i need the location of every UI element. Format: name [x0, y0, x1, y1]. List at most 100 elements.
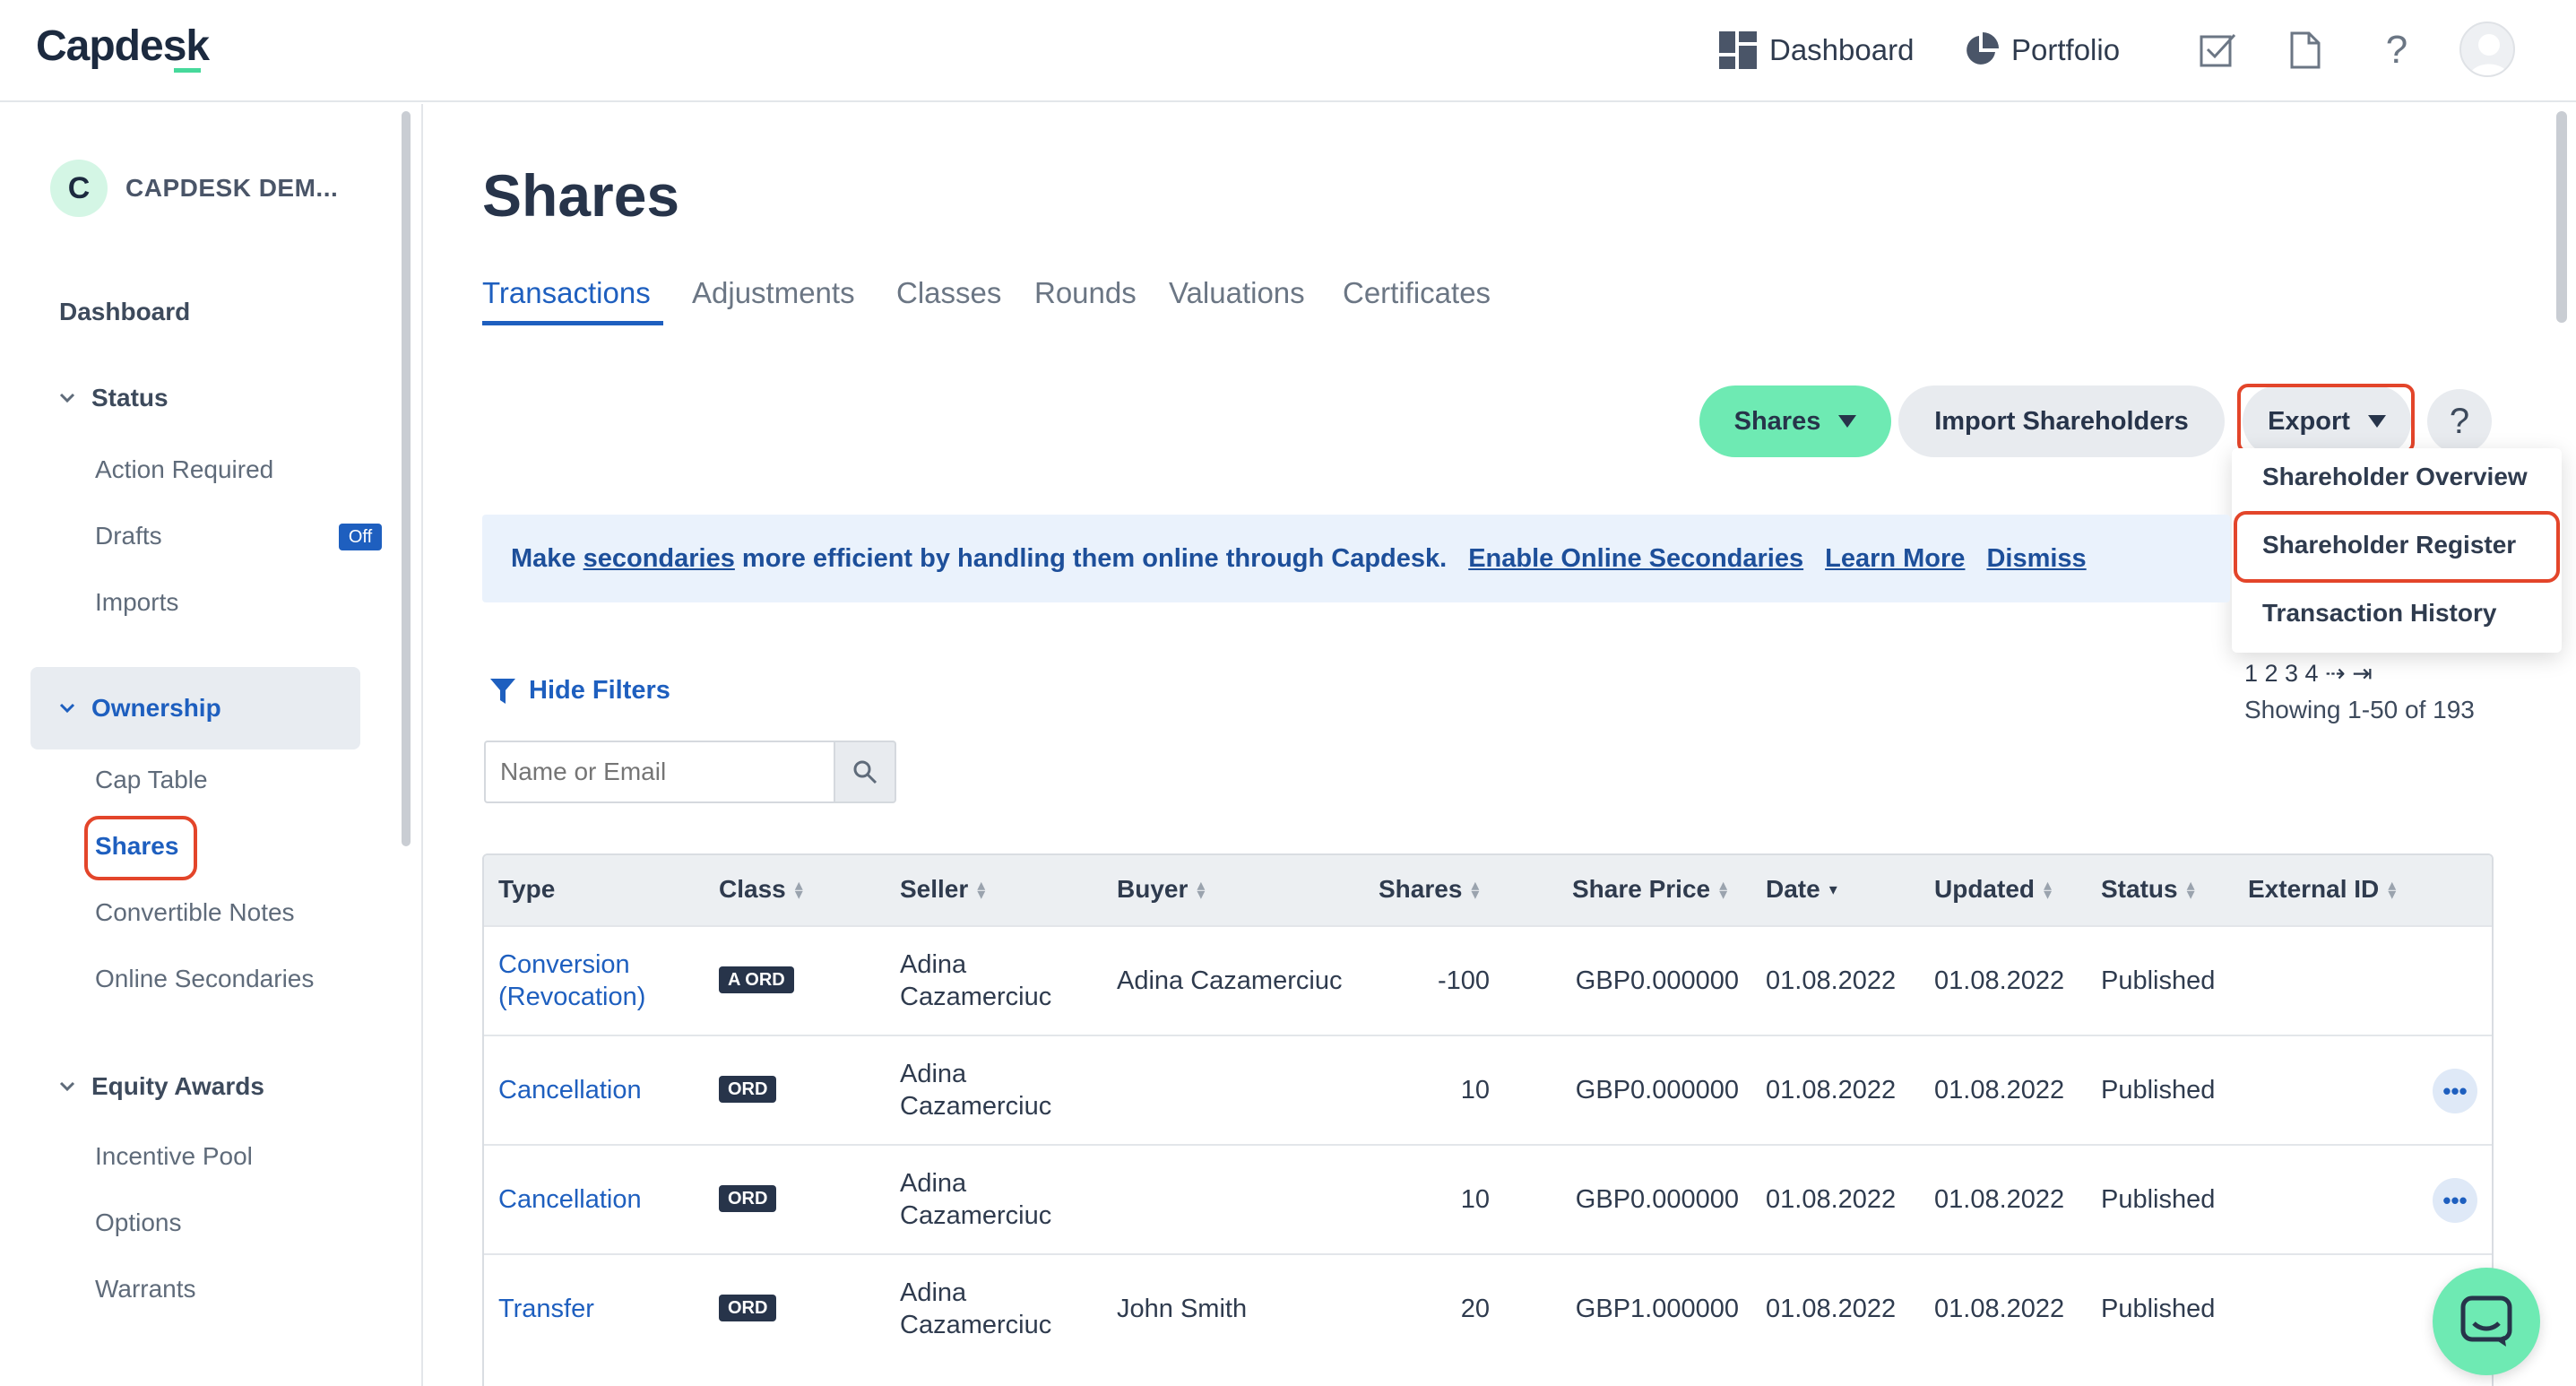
tab-adjustments[interactable]: Adjustments: [692, 276, 855, 310]
column-header-label: External ID: [2248, 875, 2380, 903]
import-shareholders-button[interactable]: Import Shareholders: [1898, 385, 2225, 457]
column-header-status[interactable]: Status ▴ ▾: [2101, 875, 2195, 904]
type-link[interactable]: Transfer: [498, 1293, 594, 1325]
class-badge: A ORD: [719, 966, 794, 993]
column-header-seller[interactable]: Seller ▴ ▾: [900, 875, 985, 904]
export-menu-transaction-history[interactable]: Transaction History: [2262, 599, 2496, 628]
sidebar-item-dashboard[interactable]: Dashboard: [59, 298, 190, 326]
table-row[interactable]: Conversion (Revocation) A ORD Adina Caza…: [484, 925, 2492, 1035]
export-menu-shareholder-overview[interactable]: Shareholder Overview: [2262, 463, 2528, 491]
column-header-external-id[interactable]: External ID ▴ ▾: [2248, 875, 2396, 904]
search-icon: [853, 760, 877, 784]
tab-valuations[interactable]: Valuations: [1169, 276, 1305, 310]
pagination-summary: Showing 1-50 of 193: [2244, 696, 2475, 723]
column-header-label: Date: [1766, 875, 1820, 903]
type-link[interactable]: Conversion (Revocation): [498, 949, 645, 1013]
shareholder-register-highlight-outline: [2234, 511, 2560, 583]
chat-launcher-button[interactable]: [2433, 1268, 2540, 1375]
pagination-pages[interactable]: 1 2 3 4: [2244, 660, 2319, 687]
sidebar-section-ownership[interactable]: Ownership: [59, 694, 221, 723]
column-header-label: Type: [498, 875, 556, 903]
seller-line: Cazamerciuc: [900, 983, 1052, 1011]
shares-cell: 10: [1460, 1185, 1490, 1214]
documents-button[interactable]: [2284, 27, 2327, 74]
search-button[interactable]: [834, 741, 896, 803]
sidebar-item-action-required[interactable]: Action Required: [95, 455, 273, 484]
share-price-cell: GBP0.000000: [1575, 1185, 1739, 1214]
dashboard-grid-icon: [1719, 31, 1757, 69]
row-more-button[interactable]: •••: [2433, 1178, 2477, 1223]
enable-online-secondaries-link[interactable]: Enable Online Secondaries: [1468, 544, 1803, 574]
tab-transactions[interactable]: Transactions: [482, 276, 651, 310]
sidebar-item-online-secondaries[interactable]: Online Secondaries: [95, 965, 314, 993]
banner-secondaries-link[interactable]: secondaries: [583, 544, 735, 574]
sidebar-item-convertible-notes[interactable]: Convertible Notes: [95, 898, 295, 927]
dismiss-link[interactable]: Dismiss: [1986, 544, 2086, 574]
column-header-updated[interactable]: Updated ▴ ▾: [1934, 875, 2052, 904]
status-cell: Published: [2101, 1076, 2216, 1104]
sort-icon: ▴ ▾: [1197, 876, 1206, 903]
document-icon: [2290, 31, 2321, 69]
shares-dropdown-button[interactable]: Shares: [1699, 385, 1891, 457]
topnav-dashboard[interactable]: Dashboard: [1719, 27, 1914, 74]
topnav-portfolio[interactable]: Portfolio: [1963, 27, 2120, 74]
filter-icon: [490, 678, 515, 704]
type-link[interactable]: Cancellation: [498, 1074, 642, 1106]
pagination-next-icon[interactable]: ⇢: [2325, 660, 2346, 687]
column-header-type: Type: [498, 875, 555, 904]
sidebar-ownership-label: Ownership: [91, 694, 221, 722]
help-button[interactable]: ?: [2427, 389, 2492, 454]
hide-filters-toggle[interactable]: Hide Filters: [489, 676, 670, 706]
tasks-button[interactable]: [2196, 27, 2239, 74]
column-header-shares[interactable]: Shares ▴ ▾: [1379, 875, 1479, 904]
learn-more-link[interactable]: Learn More: [1825, 544, 1965, 574]
tab-certificates[interactable]: Certificates: [1343, 276, 1491, 310]
table-row[interactable]: Transfer ORD Adina Cazamerciuc John Smit…: [484, 1253, 2492, 1363]
table-row[interactable]: Cancellation ORD Adina Cazamerciuc 10 GB…: [484, 1035, 2492, 1144]
capdesk-logo[interactable]: Capdesk: [36, 22, 210, 71]
sidebar-item-warrants[interactable]: Warrants: [95, 1275, 196, 1304]
tab-classes[interactable]: Classes: [896, 276, 1001, 310]
checkbox-icon: [2200, 33, 2236, 67]
sidebar-item-cap-table[interactable]: Cap Table: [95, 766, 208, 794]
type-line: Conversion: [498, 950, 630, 979]
help-icon[interactable]: ?: [2375, 27, 2418, 74]
chevron-down-icon: [59, 1081, 75, 1092]
date-cell: 01.08.2022: [1766, 1076, 1897, 1104]
sidebar-item-options[interactable]: Options: [95, 1208, 182, 1237]
sidebar-section-equity-awards[interactable]: Equity Awards: [59, 1072, 264, 1101]
type-link[interactable]: Cancellation: [498, 1183, 642, 1216]
chat-icon: [2460, 1295, 2512, 1347]
column-header-share-price[interactable]: Share Price ▴ ▾: [1572, 875, 1727, 904]
row-more-button[interactable]: •••: [2433, 1069, 2477, 1113]
search-input[interactable]: [484, 741, 835, 803]
organization-switcher[interactable]: C CAPDESK DEM...: [50, 160, 338, 217]
sort-icon: ▴ ▾: [2388, 876, 2397, 903]
seller-line: Adina: [900, 1060, 967, 1088]
seller-line: Adina: [900, 1169, 967, 1198]
column-header-buyer[interactable]: Buyer ▴ ▾: [1117, 875, 1205, 904]
sidebar-item-imports[interactable]: Imports: [95, 588, 178, 617]
column-header-date[interactable]: Date ▾: [1766, 875, 1837, 904]
column-header-label: Shares: [1379, 875, 1463, 903]
date-cell: 01.08.2022: [1766, 1185, 1897, 1214]
hide-filters-label: Hide Filters: [529, 676, 670, 705]
main-scrollbar[interactable]: [2556, 111, 2567, 323]
table-header: Type Class ▴ ▾ Seller ▴ ▾ Buyer ▴ ▾ Shares ▴ ▾ S…: [484, 855, 2492, 925]
buyer-cell: Adina Cazamerciuc: [1117, 966, 1343, 995]
share-price-cell: GBP0.000000: [1575, 966, 1739, 995]
date-cell: 01.08.2022: [1766, 966, 1897, 995]
chevron-down-icon: [59, 703, 75, 714]
sidebar-section-status[interactable]: Status: [59, 384, 169, 412]
sidebar-item-incentive-pool[interactable]: Incentive Pool: [95, 1142, 253, 1171]
pagination-last-icon[interactable]: ⇥: [2352, 660, 2373, 687]
sidebar-item-drafts[interactable]: Drafts: [95, 522, 162, 550]
user-avatar[interactable]: [2459, 22, 2515, 77]
sidebar-scrollbar[interactable]: [402, 111, 411, 846]
sort-icon: ▴ ▾: [977, 876, 986, 903]
sidebar-dashboard-label: Dashboard: [59, 298, 191, 325]
table-row[interactable]: Cancellation ORD Adina Cazamerciuc 10 GB…: [484, 1144, 2492, 1253]
tab-rounds[interactable]: Rounds: [1034, 276, 1137, 310]
sort-desc-icon: ▾: [1828, 880, 1837, 898]
column-header-class[interactable]: Class ▴ ▾: [719, 875, 803, 904]
